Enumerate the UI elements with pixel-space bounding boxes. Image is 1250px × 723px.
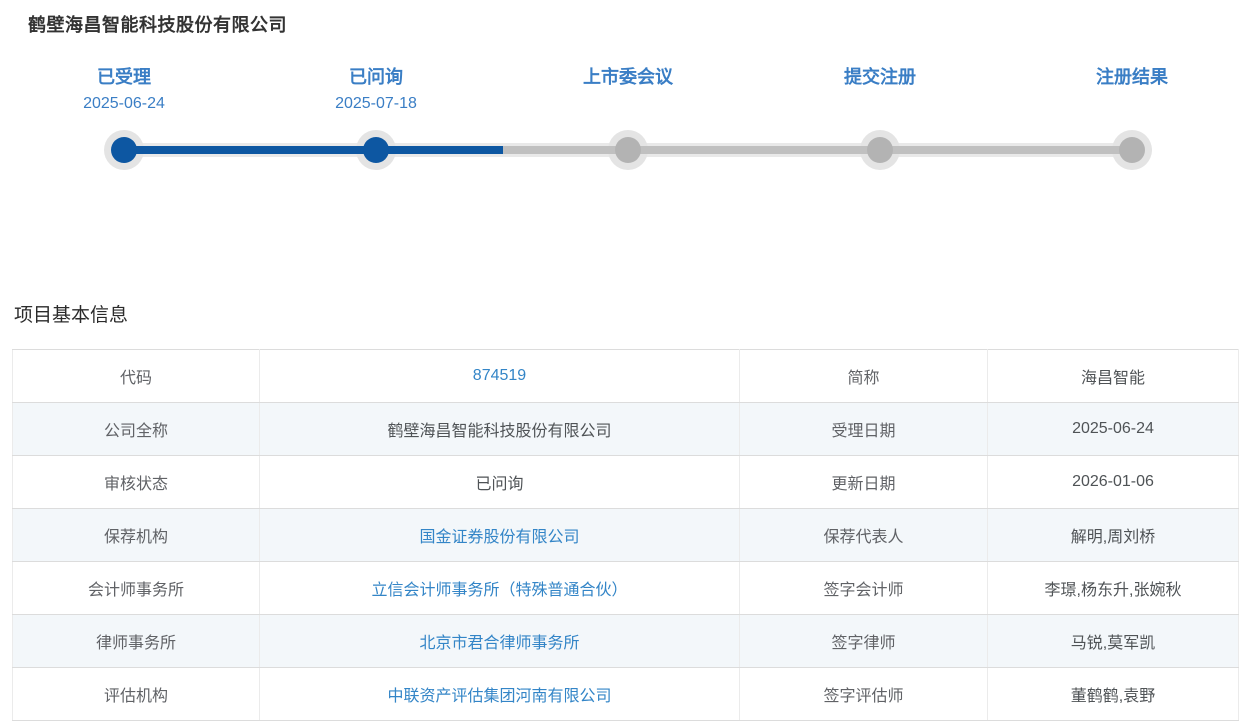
row-value: 北京市君合律师事务所	[260, 615, 740, 668]
sponsor-link[interactable]: 国金证券股份有限公司	[419, 529, 579, 546]
law-firm-link[interactable]: 北京市君合律师事务所	[419, 635, 579, 652]
table-row-review-status: 审核状态 已问询 更新日期 2026-01-06	[13, 456, 1239, 509]
review-timeline: 已受理 2025-06-24 已问询 2025-07-18 上市委会议 提交注册…	[0, 0, 1250, 230]
table-row-company-name: 公司全称 鹤壁海昌智能科技股份有限公司 受理日期 2025-06-24	[13, 403, 1239, 456]
timeline-dot-registration-result	[1119, 137, 1145, 163]
timeline-stage-inquired: 已问询 2025-07-18	[250, 66, 502, 113]
stage-label: 已问询	[250, 66, 502, 88]
table-row-code: 代码 874519 简称 海昌智能	[13, 350, 1239, 403]
row-value: 鹤壁海昌智能科技股份有限公司	[260, 403, 740, 456]
row-label: 评估机构	[13, 668, 260, 721]
timeline-stage-accepted: 已受理 2025-06-24	[0, 66, 250, 113]
row-value: 董鹤鹤,袁野	[988, 668, 1239, 721]
table-row-accounting-firm: 会计师事务所 立信会计师事务所（特殊普通合伙） 签字会计师 李璟,杨东升,张婉秋	[13, 562, 1239, 615]
row-value: 已问询	[260, 456, 740, 509]
stage-label: 注册结果	[1006, 66, 1250, 88]
timeline-dot-accepted	[111, 137, 137, 163]
row-label: 简称	[740, 350, 988, 403]
stage-label: 上市委会议	[502, 66, 754, 88]
row-label: 公司全称	[13, 403, 260, 456]
table-row-sponsor: 保荐机构 国金证券股份有限公司 保荐代表人 解明,周刘桥	[13, 509, 1239, 562]
timeline-line-progress	[124, 146, 503, 154]
table-row-valuation-firm: 评估机构 中联资产评估集团河南有限公司 签字评估师 董鹤鹤,袁野	[13, 668, 1239, 721]
row-value: 马锐,莫军凯	[988, 615, 1239, 668]
valuation-firm-link[interactable]: 中联资产评估集团河南有限公司	[387, 688, 611, 705]
timeline-dot-committee-meeting	[615, 137, 641, 163]
row-value: 中联资产评估集团河南有限公司	[260, 668, 740, 721]
table-row-law-firm: 律师事务所 北京市君合律师事务所 签字律师 马锐,莫军凯	[13, 615, 1239, 668]
accounting-firm-link[interactable]: 立信会计师事务所（特殊普通合伙）	[371, 582, 627, 599]
row-label: 签字会计师	[740, 562, 988, 615]
row-label: 保荐代表人	[740, 509, 988, 562]
stock-code-link[interactable]: 874519	[473, 367, 526, 384]
section-title-project-basic-info: 项目基本信息	[14, 300, 128, 327]
row-value: 2025-06-24	[988, 403, 1239, 456]
row-label: 签字评估师	[740, 668, 988, 721]
row-value: 李璟,杨东升,张婉秋	[988, 562, 1239, 615]
timeline-dot-inquired	[363, 137, 389, 163]
row-label: 更新日期	[740, 456, 988, 509]
stage-label: 提交注册	[754, 66, 1006, 88]
row-label: 律师事务所	[13, 615, 260, 668]
row-value: 海昌智能	[988, 350, 1239, 403]
row-label: 签字律师	[740, 615, 988, 668]
timeline-dot-submit-registration	[867, 137, 893, 163]
row-value: 解明,周刘桥	[988, 509, 1239, 562]
row-label: 会计师事务所	[13, 562, 260, 615]
stage-label: 已受理	[0, 66, 250, 88]
stage-date: 2025-06-24	[0, 94, 250, 113]
project-info-table: 代码 874519 简称 海昌智能 公司全称 鹤壁海昌智能科技股份有限公司 受理…	[12, 349, 1239, 721]
row-label: 受理日期	[740, 403, 988, 456]
row-label: 保荐机构	[13, 509, 260, 562]
row-value: 国金证券股份有限公司	[260, 509, 740, 562]
row-value: 立信会计师事务所（特殊普通合伙）	[260, 562, 740, 615]
timeline-stage-registration-result: 注册结果	[1006, 66, 1250, 94]
row-value: 2026-01-06	[988, 456, 1239, 509]
stage-date: 2025-07-18	[250, 94, 502, 113]
row-label: 审核状态	[13, 456, 260, 509]
row-label: 代码	[13, 350, 260, 403]
timeline-stage-submit-registration: 提交注册	[754, 66, 1006, 94]
row-value: 874519	[260, 350, 740, 403]
timeline-stage-committee-meeting: 上市委会议	[502, 66, 754, 94]
ipo-status-page: 鹤壁海昌智能科技股份有限公司 已受理 2025-06-24 已问询 2025-0…	[0, 0, 1250, 723]
